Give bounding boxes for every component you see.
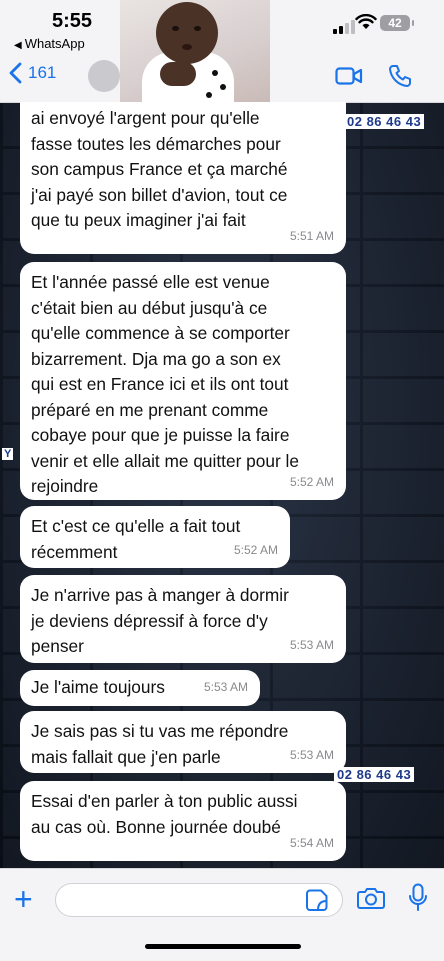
message-text: Je sais pas si tu vas me répondre mais f… [31, 721, 289, 767]
watermark-side-letter: Y [2, 448, 14, 460]
message-text: Essai d'en parler à ton public aussi au … [31, 791, 298, 837]
video-call-icon[interactable] [335, 67, 363, 85]
message-bubble[interactable]: Je n'arrive pas à manger à dormir je dev… [20, 575, 346, 663]
message-bubble[interactable]: ai envoyé l'argent pour qu'elle fasse to… [20, 102, 346, 254]
plus-icon[interactable]: + [14, 883, 33, 915]
message-text: Je n'arrive pas à manger à dormir je dev… [31, 585, 289, 656]
message-text: Et l'année passé elle est venue c'était … [31, 272, 299, 496]
unread-count: 161 [28, 63, 57, 82]
message-timestamp: 5:53 AM [203, 679, 248, 694]
message-bubble[interactable]: Je l'aime toujours 5:53 AM [20, 670, 260, 706]
message-timestamp: 5:54 AM [289, 835, 334, 850]
message-timestamp: 5:53 AM [289, 747, 334, 762]
back-app-label: WhatsApp [24, 36, 85, 51]
message-bubble[interactable]: Et l'année passé elle est venue c'était … [20, 262, 346, 500]
message-timestamp: 5:51 AM [289, 228, 334, 243]
back-button[interactable]: 161 [8, 62, 56, 84]
message-input[interactable] [55, 883, 343, 917]
avatar[interactable] [88, 60, 120, 92]
camera-icon[interactable] [357, 886, 385, 910]
message-text: ai envoyé l'argent pour qu'elle fasse to… [31, 108, 288, 230]
phone-call-icon[interactable] [388, 64, 412, 88]
cellular-signal-icon [333, 20, 355, 34]
message-timestamp: 5:53 AM [289, 637, 334, 652]
wifi-icon [355, 14, 377, 29]
home-indicator [145, 944, 301, 949]
profile-photo-overlay [120, 0, 270, 106]
message-timestamp: 5:52 AM [233, 542, 278, 557]
chevron-left-icon [9, 62, 22, 84]
back-to-app-link[interactable]: ◀ WhatsApp [14, 36, 85, 51]
message-bubble[interactable]: Je sais pas si tu vas me répondre mais f… [20, 711, 346, 773]
chat-header: 5:55 ◀ WhatsApp 42 161 [0, 0, 444, 106]
watermark-number: 02 86 46 43 [334, 767, 415, 782]
status-time: 5:55 [52, 10, 93, 32]
message-timestamp: 5:52 AM [289, 474, 334, 489]
watermark-number: 02 86 46 43 [344, 114, 425, 129]
sticker-icon[interactable] [306, 889, 328, 911]
message-bubble[interactable]: Essai d'en parler à ton public aussi au … [20, 781, 346, 861]
microphone-icon[interactable] [408, 883, 428, 913]
back-triangle-icon: ◀ [14, 40, 22, 51]
message-bubble[interactable]: Et c'est ce qu'elle a fait tout récemmen… [20, 506, 290, 568]
battery-icon: 42 [380, 15, 414, 31]
